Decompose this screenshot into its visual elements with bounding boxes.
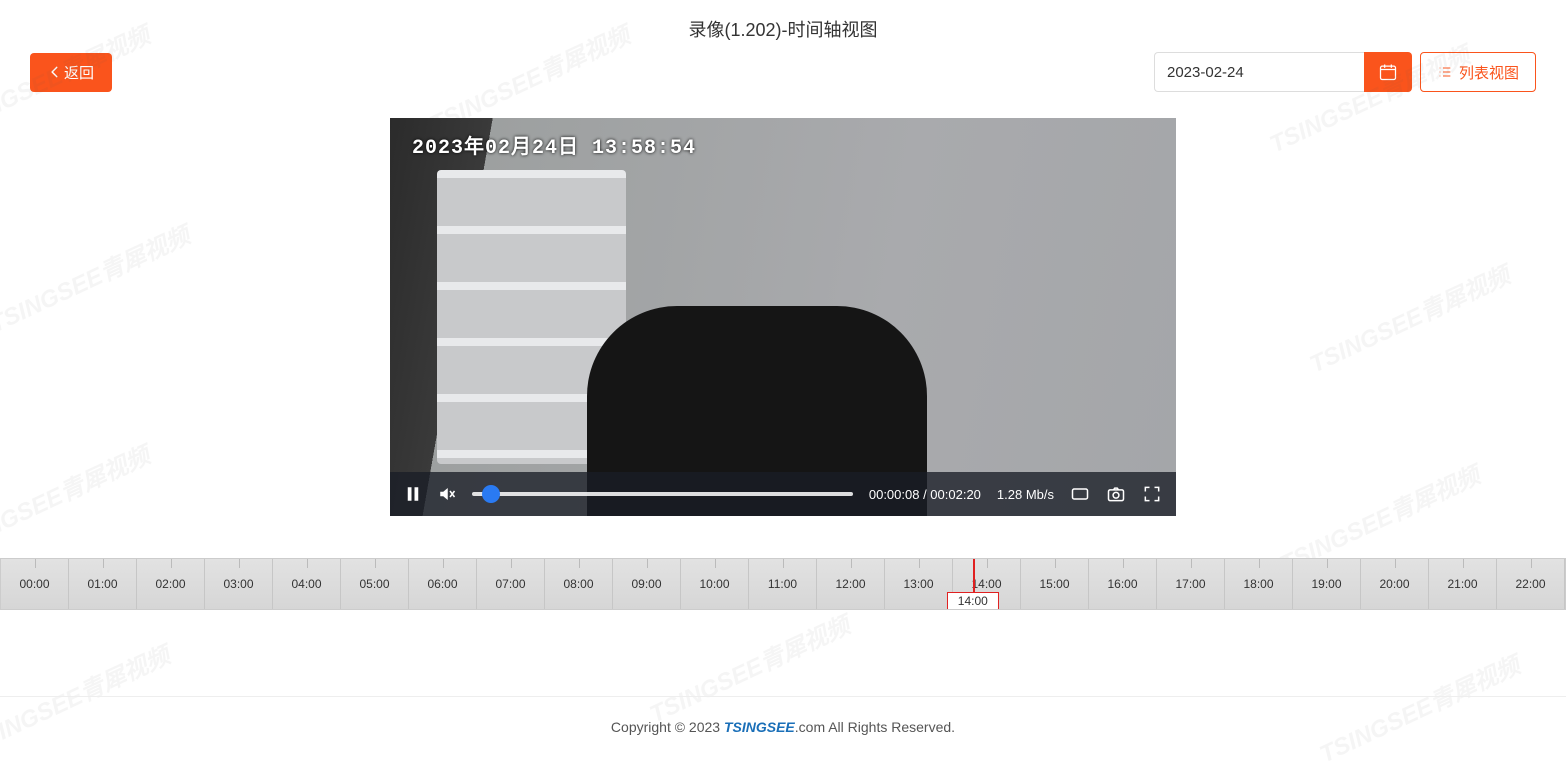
timeline-hour-cell[interactable]: 06:00 <box>409 559 477 609</box>
timeline-hour-cell[interactable]: 00:00 <box>1 559 69 609</box>
timeline-hour-cell[interactable]: 20:00 <box>1361 559 1429 609</box>
timeline-hour-cell[interactable]: 22:00 <box>1497 559 1565 609</box>
timeline-hour-cell[interactable]: 11:00 <box>749 559 817 609</box>
timeline-hour-cell[interactable]: 01:00 <box>69 559 137 609</box>
timeline-hour-cell[interactable]: 19:00 <box>1293 559 1361 609</box>
player-control-bar: 00:00:08 / 00:02:20 1.28 Mb/s <box>390 472 1176 516</box>
timeline-hour-cell[interactable]: 05:00 <box>341 559 409 609</box>
timeline-hour-cell[interactable]: 18:00 <box>1225 559 1293 609</box>
timeline-hour-cell[interactable]: 07:00 <box>477 559 545 609</box>
list-view-button[interactable]: 列表视图 <box>1420 52 1536 92</box>
playback-time: 00:00:08 / 00:02:20 <box>869 487 981 502</box>
timeline-hour-cell[interactable]: 09:00 <box>613 559 681 609</box>
mute-icon[interactable] <box>438 485 456 503</box>
list-icon <box>1437 64 1453 80</box>
timeline-hour-cell[interactable]: 13:00 <box>885 559 953 609</box>
calendar-button[interactable] <box>1364 52 1412 92</box>
footer-suffix: .com All Rights Reserved. <box>795 719 955 735</box>
timeline-cursor-label: 14:00 <box>947 592 999 610</box>
date-picker-group <box>1154 52 1412 92</box>
timeline-hour-cell[interactable]: 16:00 <box>1089 559 1157 609</box>
video-timestamp-overlay: 2023年02月24日 13:58:54 <box>412 130 696 160</box>
chevron-left-icon <box>48 65 62 79</box>
video-frame[interactable]: 2023年02月24日 13:58:54 <box>390 118 1176 516</box>
timeline-hour-cell[interactable]: 17:00 <box>1157 559 1225 609</box>
page-title: 录像(1.202)-时间轴视图 <box>0 0 1566 52</box>
right-controls: 列表视图 <box>1154 52 1536 92</box>
timeline-hour-cell[interactable]: 10:00 <box>681 559 749 609</box>
aspect-icon[interactable] <box>1070 484 1090 504</box>
list-view-label: 列表视图 <box>1459 62 1519 83</box>
watermark: TSINGSEE青犀视频 <box>0 216 195 340</box>
back-label: 返回 <box>64 62 94 83</box>
calendar-icon <box>1378 62 1398 82</box>
footer: Copyright © 2023 TSINGSEE.com All Rights… <box>0 696 1566 735</box>
pause-icon[interactable] <box>404 485 422 503</box>
date-input[interactable] <box>1154 52 1364 92</box>
top-bar: 返回 列表视图 <box>0 52 1566 106</box>
fullscreen-icon[interactable] <box>1142 484 1162 504</box>
watermark: TSINGSEE青犀视频 <box>0 436 155 560</box>
timeline-hour-cell[interactable]: 12:00 <box>817 559 885 609</box>
footer-brand: TSINGSEE <box>724 719 795 735</box>
timeline[interactable]: 00:0001:0002:0003:0004:0005:0006:0007:00… <box>0 558 1566 610</box>
video-player: 2023年02月24日 13:58:54 00:00:08 / 00:02:20… <box>390 118 1176 516</box>
watermark: TSINGSEE青犀视频 <box>1303 256 1515 380</box>
back-button[interactable]: 返回 <box>30 53 112 92</box>
timeline-hour-cell[interactable]: 15:00 <box>1021 559 1089 609</box>
timeline-hour-cell[interactable]: 21:00 <box>1429 559 1497 609</box>
timeline-track[interactable]: 00:0001:0002:0003:0004:0005:0006:0007:00… <box>1 559 1565 609</box>
snapshot-icon[interactable] <box>1106 484 1126 504</box>
timeline-hour-cell[interactable]: 03:00 <box>205 559 273 609</box>
timeline-hour-cell[interactable]: 08:00 <box>545 559 613 609</box>
footer-prefix: Copyright © 2023 <box>611 719 724 735</box>
progress-slider[interactable] <box>472 492 853 496</box>
progress-thumb[interactable] <box>482 485 500 503</box>
bitrate-text: 1.28 Mb/s <box>997 487 1054 502</box>
timeline-hour-cell[interactable]: 04:00 <box>273 559 341 609</box>
timeline-hour-cell[interactable]: 02:00 <box>137 559 205 609</box>
